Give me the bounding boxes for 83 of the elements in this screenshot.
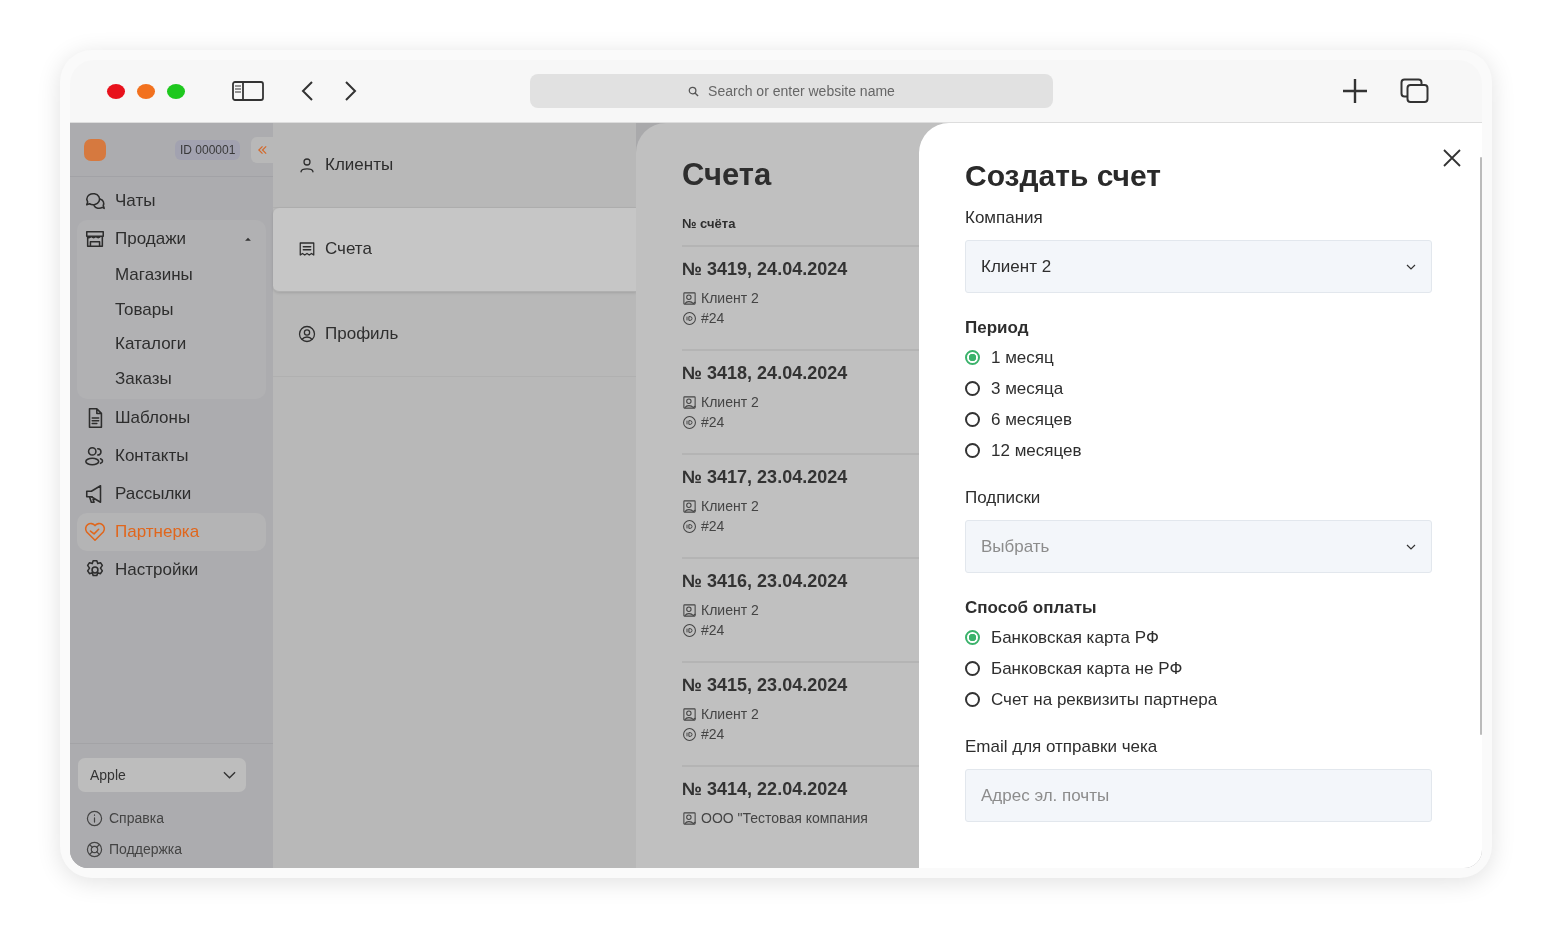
field-label: Способ оплаты bbox=[965, 598, 1098, 618]
lifebuoy-icon bbox=[86, 840, 103, 858]
client-name: Клиент 2 bbox=[701, 498, 759, 514]
radio-button[interactable] bbox=[965, 692, 980, 707]
id-icon bbox=[682, 518, 697, 534]
id-icon bbox=[682, 622, 697, 638]
radio-option[interactable]: Счет на реквизиты партнера bbox=[965, 684, 1432, 715]
radio-button[interactable] bbox=[965, 630, 980, 645]
footer-link[interactable]: Справка bbox=[86, 809, 246, 827]
contact-icon bbox=[682, 602, 697, 618]
field-label: Email для отправки чека bbox=[965, 737, 1159, 757]
id-icon bbox=[682, 414, 697, 430]
nav-tab[interactable]: Счета bbox=[273, 207, 636, 292]
radio-button[interactable] bbox=[965, 661, 980, 676]
radio-button[interactable] bbox=[965, 412, 980, 427]
forward-icon[interactable] bbox=[344, 80, 358, 102]
footer-link[interactable]: Поддержка bbox=[86, 840, 246, 858]
sidebar-item[interactable]: Контакты bbox=[77, 437, 266, 475]
radio-option[interactable]: 1 месяц bbox=[965, 342, 1432, 373]
people-icon bbox=[84, 445, 106, 467]
workspace-select[interactable]: Apple bbox=[78, 758, 246, 792]
page-title: Счета bbox=[682, 156, 773, 194]
search-icon bbox=[688, 85, 700, 97]
select-field[interactable]: Клиент 2 bbox=[965, 240, 1432, 293]
tabs-icon[interactable] bbox=[1400, 78, 1430, 104]
client-name: Клиент 2 bbox=[701, 290, 759, 306]
profile-circle-icon bbox=[298, 324, 316, 343]
sidebar-item[interactable]: Шаблоны bbox=[77, 399, 266, 437]
reference-number: #24 bbox=[701, 518, 725, 534]
reference-number: #24 bbox=[701, 310, 725, 326]
radio-option[interactable]: 6 месяцев bbox=[965, 404, 1432, 435]
client-name: ООО "Тестовая компания bbox=[701, 810, 868, 826]
heart-icon bbox=[84, 521, 106, 543]
double-chevron-icon bbox=[256, 144, 268, 155]
sidebar-subitem[interactable]: Каталоги bbox=[77, 327, 266, 362]
sidebar-item[interactable]: Настройки bbox=[77, 551, 266, 589]
field-label: Период bbox=[965, 318, 1030, 338]
chat-icon bbox=[84, 190, 106, 212]
contact-icon bbox=[682, 498, 697, 514]
sidebar-item[interactable]: Чаты bbox=[77, 182, 266, 220]
radio-option[interactable]: Банковская карта не РФ bbox=[965, 653, 1432, 684]
reference-number: #24 bbox=[701, 726, 725, 742]
email-field[interactable]: Адрес эл. почты bbox=[965, 769, 1432, 822]
close-icon[interactable] bbox=[1443, 149, 1461, 167]
radio-option[interactable]: Банковская карта РФ bbox=[965, 622, 1432, 653]
sidebar-subitem[interactable]: Товары bbox=[77, 292, 266, 327]
radio-button[interactable] bbox=[965, 350, 980, 365]
receipt-icon bbox=[298, 240, 316, 259]
logo-icon bbox=[84, 138, 106, 161]
field-label: Подписки bbox=[965, 488, 1042, 508]
person-icon bbox=[298, 155, 316, 174]
client-name: Клиент 2 bbox=[701, 706, 759, 722]
contact-icon bbox=[682, 290, 697, 306]
contact-icon bbox=[682, 394, 697, 410]
info-icon bbox=[86, 809, 103, 827]
scrollbar[interactable] bbox=[1480, 157, 1482, 735]
reference-number: #24 bbox=[701, 414, 725, 430]
minimize-window-button[interactable] bbox=[137, 83, 155, 99]
contact-icon bbox=[682, 706, 697, 722]
radio-button[interactable] bbox=[965, 443, 980, 458]
radio-option[interactable]: 12 месяцев bbox=[965, 435, 1432, 466]
sidebar-item[interactable]: Рассылки bbox=[77, 475, 266, 513]
reference-number: #24 bbox=[701, 622, 725, 638]
sidebar-icon[interactable] bbox=[232, 81, 264, 101]
account-id-badge: ID 000001 bbox=[175, 139, 241, 160]
field-label: Компания bbox=[965, 208, 1044, 228]
sidebar-subitem[interactable]: Заказы bbox=[77, 361, 266, 396]
sidebar-subitem[interactable]: Магазины bbox=[77, 258, 266, 293]
client-name: Клиент 2 bbox=[701, 602, 759, 618]
id-icon bbox=[682, 310, 697, 326]
chevron-down-icon bbox=[223, 771, 236, 779]
contact-icon bbox=[682, 810, 697, 826]
id-icon bbox=[682, 726, 697, 742]
radio-button[interactable] bbox=[965, 381, 980, 396]
store-icon bbox=[84, 228, 106, 250]
close-window-button[interactable] bbox=[107, 83, 125, 99]
modal-title: Создать счет bbox=[965, 159, 1162, 193]
radio-option[interactable]: 3 месяца bbox=[965, 373, 1432, 404]
sidebar-item[interactable]: Продажи bbox=[77, 220, 266, 258]
address-bar[interactable]: Search or enter website name bbox=[530, 74, 1053, 108]
new-tab-icon[interactable] bbox=[1341, 77, 1369, 105]
back-icon[interactable] bbox=[300, 80, 314, 102]
client-name: Клиент 2 bbox=[701, 394, 759, 410]
